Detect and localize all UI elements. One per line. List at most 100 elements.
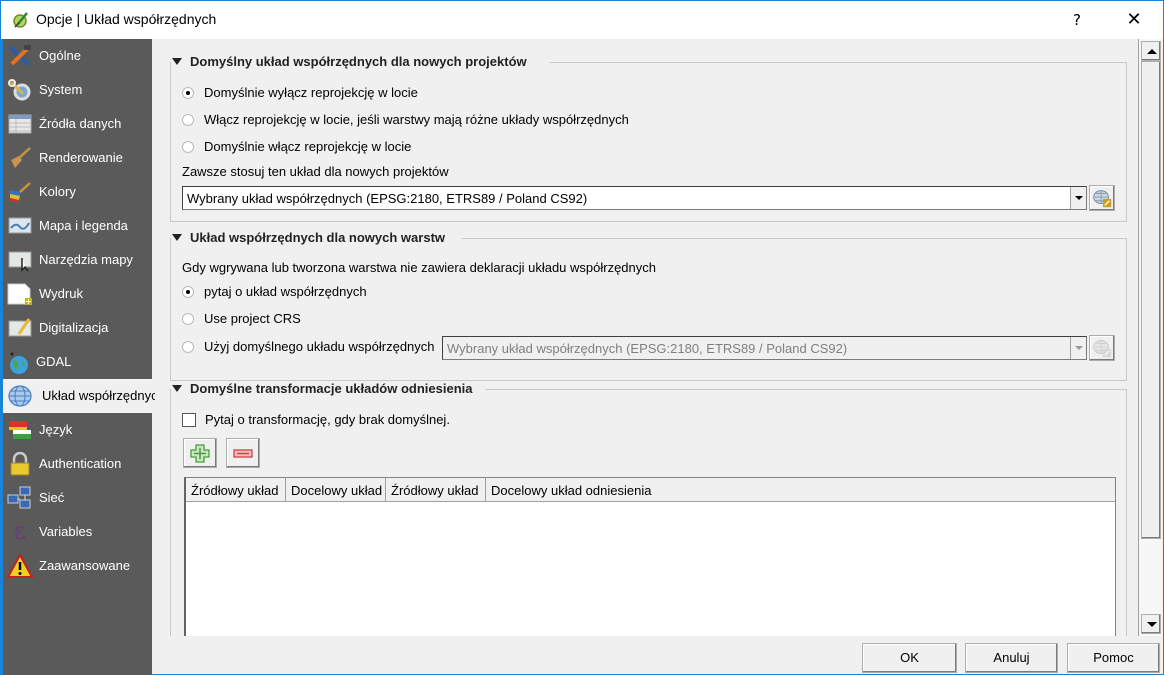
sidebar-item-siec[interactable]: Sieć (3, 481, 152, 515)
radio-use-project-crs[interactable]: Use project CRS (182, 311, 301, 326)
radio-indicator (182, 140, 194, 153)
select-layer-crs-button[interactable] (1089, 335, 1115, 361)
crs-select-icon (1093, 340, 1112, 358)
system-gear-icon (8, 79, 31, 101)
add-transform-button[interactable] (183, 438, 217, 468)
sidebar-item-authentication[interactable]: Authentication (3, 447, 152, 481)
lock-icon (10, 452, 30, 476)
map-tools-icon (8, 251, 32, 272)
collapse-triangle-icon (172, 58, 182, 65)
project-crs-combo[interactable]: Wybrany układ współrzędnych (EPSG:2180, … (182, 186, 1087, 210)
digitize-icon (8, 318, 32, 337)
sidebar-item-system[interactable]: System (3, 73, 152, 107)
sidebar-item-label: Układ współrzędnych (42, 388, 155, 403)
radio-label: Domyślnie włącz reprojekcję w locie (204, 139, 412, 154)
sidebar-item-label: Renderowanie (39, 150, 123, 165)
table-icon (8, 114, 32, 134)
help-button[interactable]: ? (1067, 7, 1087, 33)
sidebar-item-label: Źródła danych (39, 116, 122, 131)
scroll-down-button[interactable] (1141, 614, 1161, 634)
sidebar-item-label: Variables (39, 524, 93, 539)
group-divider (550, 62, 1127, 63)
ok-button[interactable]: OK (862, 643, 957, 673)
scroll-up-button[interactable] (1141, 41, 1161, 61)
sidebar-item-digitalizacja[interactable]: Digitalizacja (3, 311, 152, 345)
network-icon (7, 486, 31, 509)
plus-icon (190, 444, 210, 463)
sidebar-item-label: System (39, 82, 83, 97)
radio-indicator (182, 86, 194, 99)
radio-disable-otf[interactable]: Domyślnie wyłącz reprojekcję w locie (182, 85, 418, 100)
transforms-table[interactable]: Źródłowy układ Docelowy układ Źródłowy u… (184, 477, 1116, 636)
sidebar-item-zaawansowane[interactable]: Zaawansowane (3, 549, 152, 583)
select-project-crs-button[interactable] (1089, 185, 1115, 211)
column-header[interactable]: Źródłowy układ (386, 478, 486, 501)
help-dialog-button[interactable]: Pomoc (1067, 643, 1160, 673)
default-layer-crs-combo[interactable]: Wybrany układ współrzędnych (EPSG:2180, … (442, 336, 1087, 360)
radio-enable-otf[interactable]: Domyślnie włącz reprojekcję w locie (182, 139, 411, 154)
radio-prompt-crs[interactable]: pytaj o układ współrzędnych (182, 284, 367, 299)
checkbox-indicator (182, 412, 196, 427)
crs-select-icon (1093, 190, 1112, 208)
crs-globe-icon (8, 385, 32, 407)
radio-indicator (182, 312, 194, 325)
group-title: Domyślny układ współrzędnych dla nowych … (190, 54, 527, 69)
radio-label: Domyślnie wyłącz reprojekcję w locie (204, 85, 418, 100)
sidebar-item-mapa-i-legenda[interactable]: Mapa i legenda (3, 209, 152, 243)
scroll-thumb[interactable] (1141, 61, 1161, 539)
group-divider (485, 389, 1127, 390)
column-header[interactable]: Źródłowy układ (186, 478, 286, 501)
radio-label: Włącz reprojekcję w locie, jeśli warstwy… (204, 112, 629, 127)
combo-value: Wybrany układ współrzędnych (EPSG:2180, … (187, 191, 588, 206)
sidebar-item-label: Sieć (39, 490, 65, 505)
radio-enable-otf-if-different[interactable]: Włącz reprojekcję w locie, jeśli warstwy… (182, 112, 629, 127)
sidebar-item-ogolne[interactable]: Ogólne (3, 39, 152, 73)
sidebar-item-jezyk[interactable]: Język (3, 413, 152, 447)
epsilon-icon: ε (13, 517, 27, 545)
minus-icon (233, 449, 253, 458)
sidebar-item-renderowanie[interactable]: Renderowanie (3, 141, 152, 175)
group-datum-transforms-header[interactable]: Domyślne transformacje układów odniesien… (172, 381, 472, 397)
vertical-scrollbar[interactable] (1138, 39, 1162, 636)
group-project-crs-header[interactable]: Domyślny układ współrzędnych dla nowych … (172, 54, 527, 70)
sidebar-item-label: Narzędzia mapy (39, 252, 133, 267)
sidebar-item-narzedzia-mapy[interactable]: Narzędzia mapy (3, 243, 152, 277)
sidebar-item-variables[interactable]: ε Variables (3, 515, 152, 549)
radio-use-default-crs[interactable]: Użyj domyślnego układu współrzędnych (182, 339, 435, 354)
column-header[interactable]: Docelowy układ (286, 478, 386, 501)
sidebar-item-zrodla-danych[interactable]: Źródła danych (3, 107, 152, 141)
chevron-down-icon (1070, 187, 1086, 209)
remove-transform-button[interactable] (226, 438, 260, 468)
warning-icon (7, 554, 33, 578)
sidebar-item-label: Mapa i legenda (39, 218, 128, 233)
close-button[interactable]: ✕ (1121, 7, 1147, 33)
group-layer-crs-header[interactable]: Układ współrzędnych dla nowych warstw (172, 230, 445, 246)
sidebar-item-wydruk[interactable]: Wydruk (3, 277, 152, 311)
sidebar-item-label: Ogólne (39, 48, 81, 63)
radio-label: Use project CRS (204, 311, 301, 326)
color-brush-icon (9, 182, 31, 202)
ask-transform-checkbox[interactable]: Pytaj o transformację, gdy brak domyślne… (182, 412, 450, 427)
sidebar-item-label: Authentication (39, 456, 122, 471)
sidebar-item-label: GDAL (36, 354, 72, 369)
collapse-triangle-icon (172, 234, 182, 241)
combo-value: Wybrany układ współrzędnych (EPSG:2180, … (447, 341, 848, 356)
column-header[interactable]: Docelowy układ odniesienia (486, 478, 1115, 501)
cancel-button[interactable]: Anuluj (965, 643, 1058, 673)
sidebar-item-label: Język (39, 422, 73, 437)
sidebar-item-gdal[interactable]: GDAL (3, 345, 152, 379)
window-title: Opcje | Układ współrzędnych (36, 11, 217, 27)
sidebar-item-kolory[interactable]: Kolory (3, 175, 152, 209)
sidebar-item-uklad-wspolrzednych[interactable]: Układ współrzędnych (3, 379, 155, 413)
options-dialog: Opcje | Układ współrzędnych ? ✕ Ogólne S… (0, 0, 1164, 675)
group-divider (462, 238, 1127, 239)
sidebar-item-label: Zaawansowane (39, 558, 131, 573)
checkbox-label: Pytaj o transformację, gdy brak domyślne… (205, 412, 450, 427)
table-header: Źródłowy układ Docelowy układ Źródłowy u… (186, 478, 1115, 502)
gdal-globe-icon (10, 352, 28, 374)
radio-label: Użyj domyślnego układu współrzędnych (204, 339, 435, 354)
radio-indicator (182, 340, 194, 353)
layer-crs-description: Gdy wgrywana lub tworzona warstwa nie za… (182, 260, 656, 275)
settings-panel: Domyślny układ współrzędnych dla nowych … (152, 39, 1137, 636)
always-use-label: Zawsze stosuj ten układ dla nowych proje… (182, 164, 449, 179)
